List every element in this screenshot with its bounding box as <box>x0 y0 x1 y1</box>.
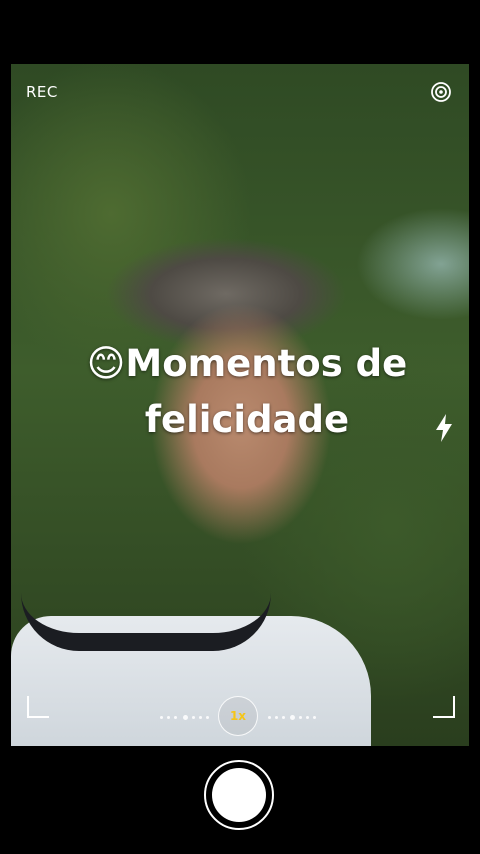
subject-collar <box>21 593 271 651</box>
shutter-button[interactable] <box>212 768 266 822</box>
zoom-tick <box>192 716 195 719</box>
zoom-tick-major <box>183 715 188 720</box>
frame-corner-bottom-right <box>433 696 455 718</box>
caption-line-1: 😊Momentos de <box>62 336 432 392</box>
caption-text-1: Momentos de <box>125 342 408 385</box>
zoom-tick <box>206 716 209 719</box>
zoom-tick <box>174 716 177 719</box>
smile-emoji-icon: 😊 <box>86 342 126 385</box>
zoom-tick <box>306 716 309 719</box>
caption-line-2: felicidade <box>144 398 350 441</box>
zoom-tick <box>268 716 271 719</box>
frame-corner-bottom-left <box>27 696 49 718</box>
zoom-tick <box>199 716 202 719</box>
zoom-level-button[interactable]: 1x <box>218 696 258 736</box>
zoom-tick <box>167 716 170 719</box>
zoom-tick <box>275 716 278 719</box>
zoom-tick <box>313 716 316 719</box>
rec-indicator: REC <box>26 83 58 101</box>
zoom-tick <box>160 716 163 719</box>
zoom-tick <box>299 716 302 719</box>
zoom-tick-major <box>290 715 295 720</box>
flash-icon[interactable] <box>433 413 455 443</box>
caption-overlay: 😊Momentos de felicidade <box>62 336 432 448</box>
target-settings-icon[interactable] <box>430 81 452 103</box>
zoom-tick <box>282 716 285 719</box>
